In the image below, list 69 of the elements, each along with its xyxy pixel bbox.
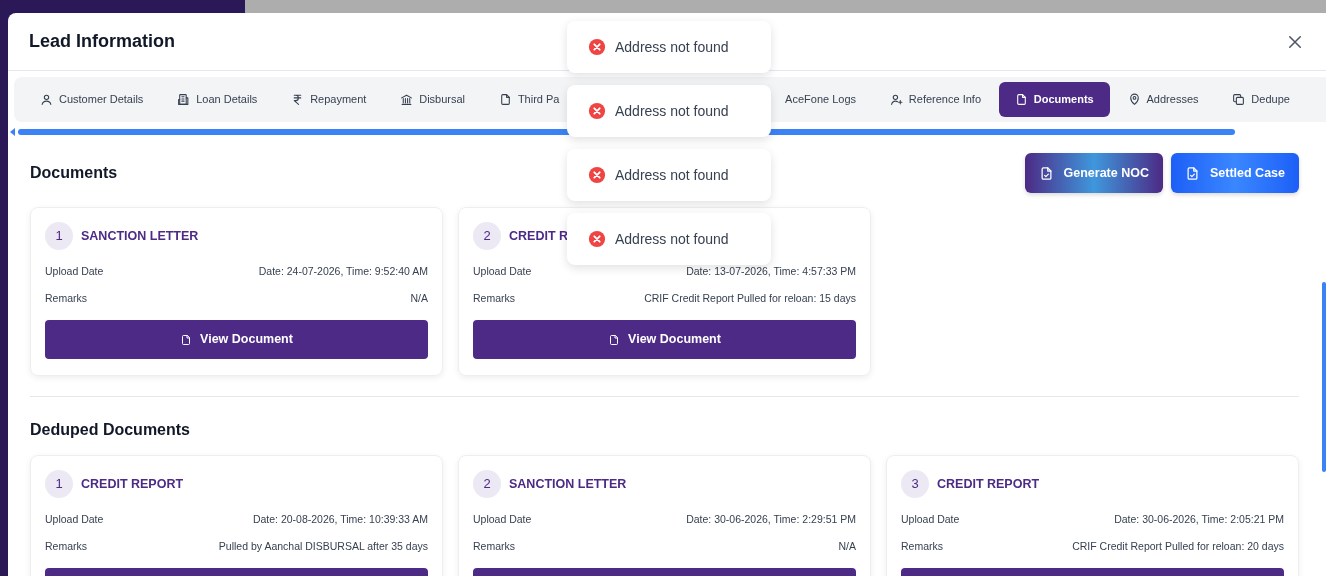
document-title: SANCTION LETTER — [509, 475, 627, 493]
field-value: CRIF Credit Report Pulled for reloan: 15 days — [644, 290, 856, 306]
field-label: Remarks — [473, 538, 515, 554]
field-value: Date: 30-06-2026, Time: 2:29:51 PM — [686, 511, 856, 527]
building-icon — [177, 93, 191, 106]
toast-message: Address not found — [615, 165, 729, 185]
view-document-button[interactable]: View Document — [45, 320, 428, 359]
document-icon — [498, 93, 512, 106]
number-badge: 1 — [45, 470, 73, 499]
document-icon — [608, 332, 621, 347]
tab[interactable]: Documents — [998, 82, 1110, 117]
error-icon — [588, 38, 606, 56]
document-icon — [180, 332, 193, 347]
field-label: Upload Date — [45, 263, 104, 279]
field-label: Upload Date — [901, 511, 960, 527]
field-value: Date: 24-07-2026, Time: 9:52:40 AM — [258, 263, 428, 279]
toast-message: Address not found — [615, 101, 729, 121]
field-label: Upload Date — [473, 511, 532, 527]
section-heading: Deduped Documents — [29, 420, 191, 440]
settled-case-button[interactable]: Settled Case — [1170, 153, 1299, 193]
number-badge: 2 — [473, 470, 501, 499]
person-icon — [40, 93, 53, 106]
document-title: SANCTION LETTER — [81, 227, 199, 245]
tab[interactable]: AceFone Logs — [769, 82, 873, 117]
document-title: CREDIT REPORT — [937, 475, 1040, 493]
number-badge: 2 — [473, 222, 501, 250]
field-label: Remarks — [901, 538, 943, 554]
view-document-button[interactable]: View Document — [473, 320, 856, 359]
field-value: Date: 20-08-2026, Time: 10:39:33 AM — [252, 511, 428, 527]
error-icon — [588, 102, 606, 120]
field-value: Pulled by Aanchal DISBURSAL after 35 days — [218, 538, 428, 554]
field-value: Date: 13-07-2026, Time: 4:57:33 PM — [686, 263, 856, 279]
scroll-left-arrow-icon[interactable] — [10, 128, 15, 136]
document-title: CREDIT REPORT — [81, 475, 184, 493]
section-heading: Documents — [29, 163, 118, 183]
file-check-icon — [1184, 164, 1200, 182]
document-icon — [1014, 93, 1028, 106]
tab[interactable]: Loan Details — [161, 82, 274, 117]
tab[interactable]: Customer Details — [24, 82, 160, 117]
copy-icon — [1232, 93, 1246, 106]
error-icon — [588, 230, 606, 248]
field-label: Upload Date — [45, 511, 104, 527]
field-label: Remarks — [473, 290, 515, 306]
field-value: N/A — [410, 290, 428, 306]
toast-message: Address not found — [615, 37, 729, 57]
field-value: CRIF Credit Report Pulled for reloan: 20 days — [1072, 538, 1284, 554]
tab[interactable]: Dedupe — [1216, 82, 1306, 117]
tab[interactable]: Addresses — [1111, 82, 1215, 117]
field-label: Upload Date — [473, 263, 532, 279]
bank-icon — [400, 93, 414, 106]
location-pin-icon — [1127, 93, 1141, 106]
modal-title: Lead Information — [29, 30, 175, 53]
number-badge: 3 — [901, 470, 929, 499]
toast-message: Address not found — [615, 229, 729, 249]
tab[interactable]: Disbursal — [384, 82, 482, 117]
field-label: Remarks — [45, 290, 87, 306]
field-value: N/A — [838, 538, 856, 554]
tab[interactable]: Repayment — [275, 82, 383, 117]
field-value: Date: 30-06-2026, Time: 2:05:21 PM — [1114, 511, 1284, 527]
field-label: Remarks — [45, 538, 87, 554]
number-badge: 1 — [45, 222, 73, 250]
file-check-icon — [1038, 164, 1054, 182]
generate-noc-button[interactable]: Generate NOC — [1024, 153, 1163, 193]
document-title: CREDIT R — [509, 227, 569, 245]
tab[interactable]: Reference Info — [873, 82, 997, 117]
add-user-icon — [889, 93, 903, 106]
vertical-scrollbar[interactable] — [1322, 282, 1326, 472]
tab[interactable]: Third Pa — [482, 82, 576, 117]
error-icon — [588, 166, 606, 184]
